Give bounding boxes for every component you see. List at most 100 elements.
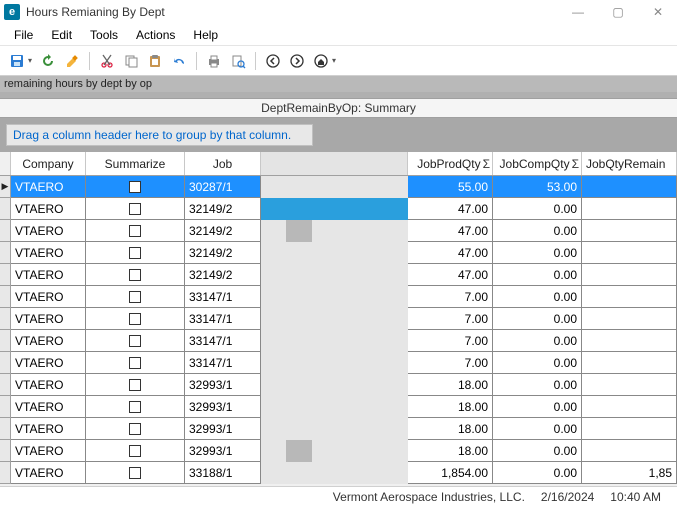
table-row[interactable]: VTAERO30287/155.0053.00 [0,176,677,198]
paste-icon[interactable] [144,50,166,72]
cell-jobqtyremain[interactable] [582,418,677,440]
cell-jobprodqty[interactable]: 18.00 [408,374,493,396]
cell-jobcompqty[interactable]: 0.00 [493,220,582,242]
cell-company[interactable]: VTAERO [11,286,86,308]
cell-company[interactable]: VTAERO [11,352,86,374]
nav-dropdown-icon[interactable]: ▾ [332,56,336,65]
cell-jobqtyremain[interactable] [582,176,677,198]
clear-icon[interactable] [61,50,83,72]
cell-jobqtyremain[interactable] [582,308,677,330]
checkbox[interactable] [129,203,141,215]
cell-jobprodqty[interactable]: 47.00 [408,220,493,242]
cell-company[interactable]: VTAERO [11,374,86,396]
cell-job[interactable]: 32993/1 [185,396,261,418]
checkbox[interactable] [129,379,141,391]
cell-summarize[interactable] [86,330,185,352]
cell-summarize[interactable] [86,242,185,264]
cell-company[interactable]: VTAERO [11,396,86,418]
cell-job[interactable]: 32993/1 [185,418,261,440]
cell-summarize[interactable] [86,440,185,462]
cell-jobprodqty[interactable]: 7.00 [408,352,493,374]
minimize-button[interactable]: — [567,1,589,23]
table-row[interactable]: VTAERO 32993/1 18.000.00 [0,418,677,440]
save-dropdown-icon[interactable]: ▾ [28,56,32,65]
checkbox[interactable] [129,225,141,237]
cell-company[interactable]: VTAERO [11,264,86,286]
cell-jobcompqty[interactable]: 0.00 [493,198,582,220]
cell-jobprodqty[interactable]: 47.00 [408,264,493,286]
col-summarize[interactable]: Summarize [86,152,185,175]
copy-icon[interactable] [120,50,142,72]
cell-jobcompqty[interactable]: 0.00 [493,286,582,308]
cell-company[interactable]: VTAERO [11,220,86,242]
checkbox[interactable] [129,335,141,347]
table-row[interactable]: VTAERO 32993/1 18.000.00 [0,396,677,418]
checkbox[interactable] [129,423,141,435]
cell-job[interactable]: 32149/2 [185,198,261,220]
cell-summarize[interactable] [86,176,185,198]
cell-jobcompqty[interactable]: 0.00 [493,396,582,418]
menu-actions[interactable]: Actions [128,26,183,44]
checkbox[interactable] [129,269,141,281]
cell-jobprodqty[interactable]: 18.00 [408,418,493,440]
menu-help[interactable]: Help [185,26,226,44]
cell-jobcompqty[interactable]: 0.00 [493,242,582,264]
table-row[interactable]: VTAERO32149/247.000.00 [0,242,677,264]
refresh-icon[interactable] [37,50,59,72]
cell-job[interactable]: 33147/1 [185,352,261,374]
cell-job[interactable]: 32149/2 [185,264,261,286]
checkbox[interactable] [129,291,141,303]
cell-jobprodqty[interactable]: 18.00 [408,396,493,418]
cell-jobprodqty[interactable]: 47.00 [408,242,493,264]
cell-job[interactable]: 32149/2 [185,242,261,264]
cell-jobqtyremain[interactable] [582,396,677,418]
cell-summarize[interactable] [86,352,185,374]
cell-jobqtyremain[interactable] [582,330,677,352]
cell-jobqtyremain[interactable] [582,374,677,396]
cell-jobcompqty[interactable]: 0.00 [493,264,582,286]
menu-file[interactable]: File [6,26,41,44]
col-jobqtyremain[interactable]: JobQtyRemain [582,152,677,175]
col-company[interactable]: Company [11,152,86,175]
cell-company[interactable]: VTAERO [11,330,86,352]
checkbox[interactable] [129,401,141,413]
cell-jobprodqty[interactable]: 18.00 [408,440,493,462]
checkbox[interactable] [129,181,141,193]
col-jobprodqty[interactable]: JobProdQtyΣ [408,152,493,175]
checkbox[interactable] [129,313,141,325]
cell-summarize[interactable] [86,264,185,286]
undo-icon[interactable] [168,50,190,72]
table-row[interactable]: VTAERO32993/118.000.00 [0,374,677,396]
cell-jobqtyremain[interactable] [582,264,677,286]
cell-jobcompqty[interactable]: 0.00 [493,440,582,462]
nav-forward-icon[interactable] [286,50,308,72]
cell-job[interactable]: 33147/1 [185,330,261,352]
group-by-hint[interactable]: Drag a column header here to group by th… [6,124,313,146]
cell-company[interactable]: VTAERO [11,462,86,484]
cell-company[interactable]: VTAERO [11,418,86,440]
cell-company[interactable]: VTAERO [11,198,86,220]
cell-summarize[interactable] [86,396,185,418]
cell-summarize[interactable] [86,462,185,484]
cell-summarize[interactable] [86,418,185,440]
nav-back-icon[interactable] [262,50,284,72]
cell-jobprodqty[interactable]: 7.00 [408,330,493,352]
cell-company[interactable]: VTAERO [11,440,86,462]
cell-jobqtyremain[interactable] [582,440,677,462]
table-row[interactable]: VTAERO 33147/1 7.000.00 [0,330,677,352]
checkbox[interactable] [129,247,141,259]
cell-jobqtyremain[interactable] [582,220,677,242]
cell-jobqtyremain[interactable] [582,242,677,264]
cell-summarize[interactable] [86,286,185,308]
table-row[interactable]: VTAERO32149/247.000.00 [0,198,677,220]
table-row[interactable]: VTAERO33188/11,854.000.001,85 [0,462,677,484]
cell-job[interactable]: 32993/1 [185,374,261,396]
cell-summarize[interactable] [86,374,185,396]
cell-jobcompqty[interactable]: 0.00 [493,308,582,330]
cell-jobcompqty[interactable]: 0.00 [493,418,582,440]
cell-jobqtyremain[interactable] [582,198,677,220]
checkbox[interactable] [129,445,141,457]
cut-icon[interactable] [96,50,118,72]
cell-jobcompqty[interactable]: 0.00 [493,330,582,352]
table-row[interactable]: VTAERO33147/17.000.00 [0,308,677,330]
